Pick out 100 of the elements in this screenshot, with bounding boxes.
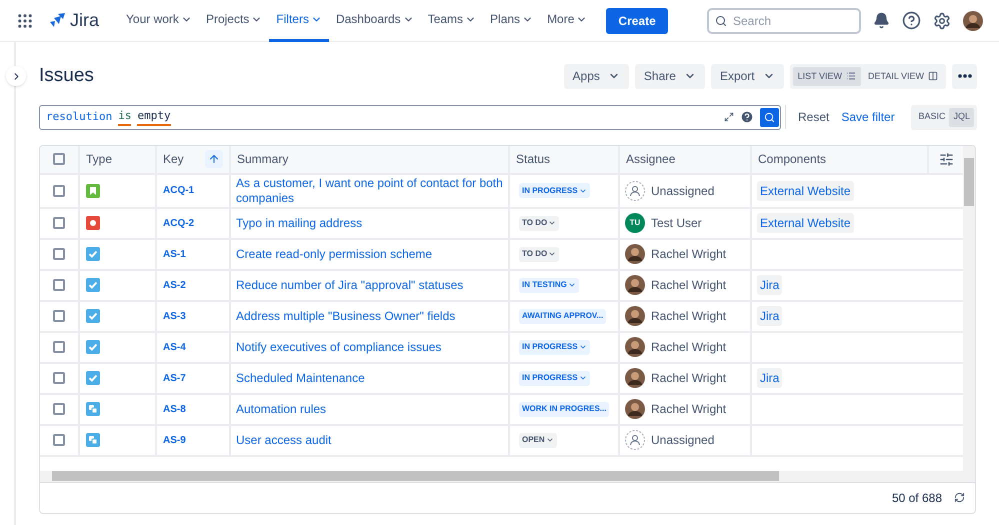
issue-summary-link[interactable]: Address multiple "Business Owner" fields <box>236 308 456 324</box>
column-header[interactable]: Key <box>163 150 184 168</box>
status-lozenge[interactable]: OPEN <box>519 432 557 448</box>
avatar-icon <box>625 244 645 264</box>
assignee-name: Rachel Wright <box>651 401 726 418</box>
issue-key-link[interactable]: ACQ-2 <box>163 216 194 230</box>
issue-summary-link[interactable]: Notify executives of compliance issues <box>236 340 442 354</box>
nav-menu-tab[interactable]: Plans <box>483 0 540 42</box>
row-checkbox[interactable] <box>53 434 65 446</box>
app-switcher-icon[interactable] <box>16 12 34 30</box>
issue-key-link[interactable]: ACQ-1 <box>163 183 194 198</box>
component-tag[interactable]: Jira <box>757 275 782 295</box>
jql-query-field[interactable]: resolution is empty <box>39 104 781 130</box>
nav-menu-tab[interactable]: Dashboards <box>328 0 421 42</box>
column-header[interactable]: Assignee <box>626 150 676 168</box>
subtask-type-icon <box>86 402 100 416</box>
row-checkbox[interactable] <box>53 279 65 291</box>
task-type-icon <box>86 340 100 354</box>
logo-icon[interactable] <box>48 12 66 30</box>
row-checkbox[interactable] <box>53 403 65 415</box>
assignee-name: Unassigned <box>651 182 714 200</box>
nav-menu-tab[interactable]: Projects <box>198 0 270 42</box>
more-actions-button[interactable] <box>952 64 977 89</box>
action-dropdown-button[interactable]: Apps <box>564 64 629 89</box>
column-header[interactable]: Components <box>758 150 826 168</box>
component-tag[interactable]: Jira <box>757 306 782 326</box>
status-lozenge[interactable]: IN TESTING <box>519 278 579 292</box>
chevron-down-icon <box>548 219 556 227</box>
issue-summary-link[interactable]: Reduce number of Jira "approval" statuses <box>236 278 464 292</box>
profile-avatar-icon[interactable] <box>963 10 983 30</box>
row-checkbox[interactable] <box>53 248 65 260</box>
horizontal-scrollbar[interactable] <box>40 470 975 482</box>
search-field[interactable]: Search <box>707 8 861 34</box>
issue-key-link[interactable]: AS-4 <box>163 340 186 354</box>
nav-menu-tab[interactable]: Teams <box>420 0 484 42</box>
product-name[interactable]: Jira <box>70 7 100 34</box>
task-type-icon <box>86 309 100 323</box>
issue-summary-link[interactable]: User access audit <box>236 432 332 448</box>
component-tag[interactable]: Jira <box>757 368 782 388</box>
column-header[interactable]: Type <box>86 150 112 168</box>
help-icon[interactable] <box>902 11 921 30</box>
component-tag[interactable]: External Website <box>757 213 854 233</box>
column-settings-icon[interactable] <box>939 152 954 166</box>
notifications-icon[interactable] <box>873 12 890 29</box>
page-title: Issues <box>39 64 94 88</box>
status-lozenge[interactable]: IN PROGRESS <box>519 370 590 386</box>
nav-menu-tab[interactable]: Filters <box>269 0 329 42</box>
assignee-name: Rachel Wright <box>651 246 726 263</box>
chevron-down-icon <box>578 374 587 382</box>
issue-summary-link[interactable]: Scheduled Maintenance <box>236 370 365 386</box>
expand-icon[interactable] <box>724 112 734 122</box>
status-lozenge[interactable]: TO DO <box>519 246 560 262</box>
columns-icon <box>928 71 938 82</box>
issue-summary-link[interactable]: Typo in mailing address <box>236 216 362 230</box>
avatar-icon <box>625 337 645 357</box>
chevron-down-icon <box>578 186 587 194</box>
search-button[interactable] <box>760 108 779 126</box>
expand-sidebar-button[interactable] <box>6 66 26 86</box>
issue-key-link[interactable]: AS-8 <box>163 402 186 416</box>
status-lozenge[interactable]: WORK IN PROGRES... <box>519 402 610 416</box>
assignee-name: Unassigned <box>651 432 714 449</box>
action-dropdown-button[interactable]: Export <box>710 64 784 89</box>
row-checkbox[interactable] <box>53 184 65 196</box>
issue-key-link[interactable]: AS-1 <box>163 246 186 262</box>
nav-menu-tab[interactable]: More <box>540 0 594 42</box>
status-lozenge[interactable]: AWAITING APPROV... <box>519 308 606 324</box>
query-mode-tab[interactable]: JQL <box>949 108 974 126</box>
issue-summary-link[interactable]: Automation rules <box>236 402 326 416</box>
query-mode-tab[interactable]: BASIC <box>914 108 950 126</box>
save-filter-link[interactable]: Save filter <box>837 108 899 126</box>
action-dropdown-button[interactable]: Share <box>634 64 705 89</box>
refresh-icon[interactable] <box>954 492 965 503</box>
row-checkbox[interactable] <box>53 341 65 353</box>
issue-key-link[interactable]: AS-9 <box>163 432 186 448</box>
bug-type-icon <box>86 216 100 230</box>
component-tag[interactable]: External Website <box>757 180 854 200</box>
issue-key-link[interactable]: AS-2 <box>163 278 186 292</box>
view-tab[interactable]: DETAIL VIEW <box>862 66 943 86</box>
vertical-scrollbar[interactable] <box>963 146 975 470</box>
reset-button[interactable]: Reset <box>790 108 838 126</box>
unassigned-avatar-icon <box>625 430 645 450</box>
query-token: empty <box>137 108 171 126</box>
issue-key-link[interactable]: AS-3 <box>163 308 186 324</box>
create-button[interactable]: Create <box>606 8 668 34</box>
status-lozenge[interactable]: IN PROGRESS <box>519 340 590 354</box>
issue-summary-link[interactable]: Create read-only permission scheme <box>236 246 432 262</box>
select-all-checkbox[interactable] <box>53 153 65 165</box>
row-checkbox[interactable] <box>53 310 65 322</box>
settings-icon[interactable] <box>933 12 951 30</box>
nav-menu-tab[interactable]: Your work <box>119 0 199 42</box>
issue-summary-link[interactable]: As a customer, I want one point of contact for both companies <box>236 176 503 206</box>
issue-key-link[interactable]: AS-7 <box>163 370 186 386</box>
column-header[interactable]: Status <box>516 150 550 168</box>
row-checkbox[interactable] <box>53 217 65 229</box>
sort-icon[interactable] <box>205 150 223 168</box>
row-checkbox[interactable] <box>53 372 65 384</box>
column-header[interactable]: Summary <box>237 150 288 168</box>
status-lozenge[interactable]: TO DO <box>519 216 560 230</box>
view-tab[interactable]: LIST VIEW <box>792 66 861 86</box>
status-lozenge[interactable]: IN PROGRESS <box>519 183 590 198</box>
